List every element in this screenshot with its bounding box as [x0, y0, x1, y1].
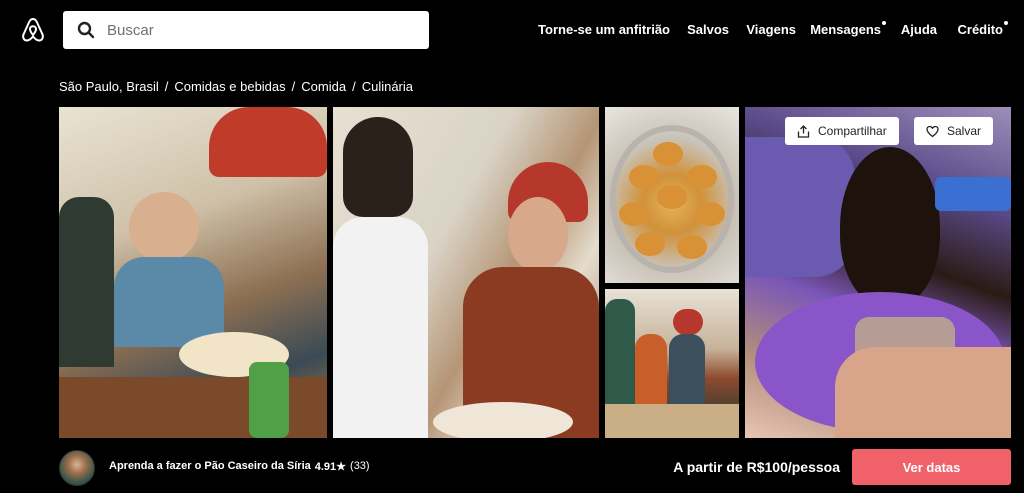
photo-detail: [935, 177, 1011, 211]
photo-detail: [695, 202, 725, 226]
search-bar[interactable]: [63, 11, 429, 49]
share-button-label: Compartilhar: [818, 124, 887, 138]
breadcrumb-location[interactable]: São Paulo, Brasil: [59, 79, 159, 94]
photo-gallery: Compartilhar Salvar: [59, 107, 1011, 438]
photo-detail: [635, 232, 665, 256]
photo-detail: [687, 165, 717, 189]
breadcrumb-separator: /: [291, 79, 296, 94]
photo-detail: [129, 192, 199, 262]
photo-detail: [249, 362, 289, 438]
experience-summary: Aprenda a fazer o Pão Caseiro da Síria 4…: [109, 460, 370, 473]
booking-bar: Aprenda a fazer o Pão Caseiro da Síria 4…: [0, 440, 1024, 493]
photo-group-of-people[interactable]: [605, 289, 739, 438]
photo-detail: [840, 147, 940, 307]
nav-messages[interactable]: Mensagens: [810, 21, 886, 37]
price-label: A partir de R$100/pessoa: [673, 459, 840, 475]
share-button[interactable]: Compartilhar: [785, 117, 899, 145]
airbnb-logo-icon[interactable]: [19, 16, 47, 44]
review-count[interactable]: (33): [350, 460, 370, 473]
save-button[interactable]: Salvar: [914, 117, 994, 145]
nav-saved[interactable]: Salvos: [687, 22, 729, 37]
photo-women-serving-food[interactable]: [59, 107, 327, 438]
photo-detail: [59, 197, 114, 367]
photo-detail: [635, 334, 667, 404]
photo-detail: [508, 197, 568, 272]
photo-detail: [673, 309, 703, 335]
photo-pouring-syrup[interactable]: Compartilhar Salvar: [745, 107, 1011, 438]
notification-dot: [1004, 21, 1008, 25]
photo-detail: [333, 217, 428, 438]
experience-title: Aprenda a fazer o Pão Caseiro da Síria: [109, 460, 311, 472]
photo-detail: [619, 202, 649, 226]
nav-become-host[interactable]: Torne-se um anfitrião: [538, 22, 670, 37]
search-icon: [77, 21, 95, 39]
top-header: Torne-se um anfitrião Salvos Viagens Men…: [0, 0, 1024, 62]
photo-detail: [433, 402, 573, 438]
nav-trips[interactable]: Viagens: [746, 22, 796, 37]
nav-credit[interactable]: Crédito: [957, 21, 1008, 37]
photo-man-and-woman-cooking[interactable]: [333, 107, 599, 438]
see-dates-button[interactable]: Ver datas: [852, 449, 1011, 485]
breadcrumb-topic[interactable]: Culinária: [362, 79, 413, 94]
breadcrumb-separator: /: [352, 79, 356, 94]
photo-detail: [669, 334, 705, 404]
breadcrumb-subcategory[interactable]: Comida: [301, 79, 346, 94]
photo-detail: [657, 185, 687, 209]
breadcrumb-separator: /: [164, 79, 169, 94]
photo-detail: [343, 117, 413, 217]
nav-messages-label: Mensagens: [810, 22, 881, 37]
photo-detail: [835, 347, 1011, 438]
heart-icon: [926, 125, 939, 137]
share-icon: [797, 124, 810, 138]
breadcrumb: São Paulo, Brasil / Comidas e bebidas / …: [59, 79, 413, 94]
photo-detail: [677, 235, 707, 259]
host-avatar[interactable]: [59, 450, 95, 486]
photo-detail: [605, 404, 739, 438]
photo-detail: [629, 165, 659, 189]
save-button-label: Salvar: [947, 124, 982, 138]
search-input[interactable]: [107, 21, 407, 39]
rating-value: 4.91★: [314, 461, 347, 473]
photo-pastries-on-tray[interactable]: [605, 107, 739, 283]
breadcrumb-category[interactable]: Comidas e bebidas: [174, 79, 285, 94]
photo-detail: [114, 257, 224, 347]
photo-detail: [209, 107, 327, 177]
photo-detail: [653, 142, 683, 166]
nav-help[interactable]: Ajuda: [901, 22, 937, 37]
notification-dot: [882, 21, 886, 25]
nav-credit-label: Crédito: [957, 22, 1004, 37]
photo-detail: [745, 137, 855, 277]
